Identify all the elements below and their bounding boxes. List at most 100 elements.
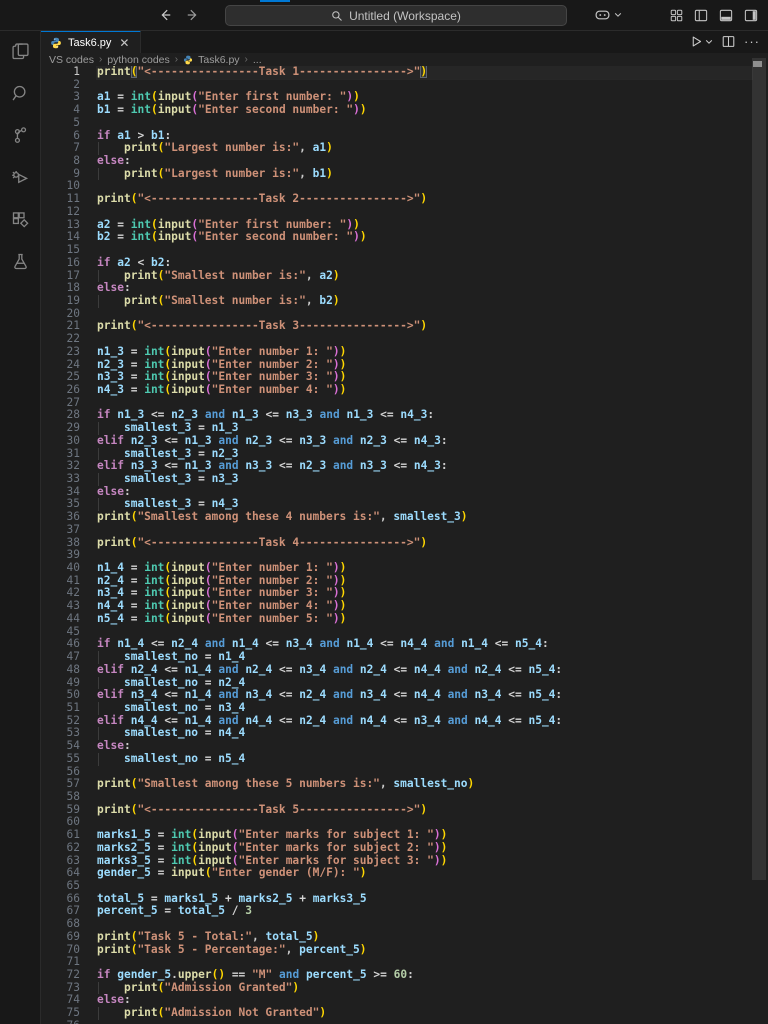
- code-line[interactable]: gender_5 = input("Enter gender (M/F): "): [97, 867, 752, 880]
- code-line[interactable]: smallest_no = n5_4: [97, 753, 752, 766]
- line-number[interactable]: 26: [40, 384, 80, 397]
- tab-bar: Task6.py ✕ ···: [40, 30, 768, 54]
- line-number[interactable]: 44: [40, 613, 80, 626]
- command-center-search[interactable]: Untitled (Workspace): [225, 5, 567, 26]
- indent-guide: [98, 168, 99, 181]
- copilot-menu[interactable]: [594, 0, 622, 30]
- line-number[interactable]: 72: [40, 969, 80, 982]
- line-number[interactable]: 76: [40, 1020, 80, 1024]
- code-line[interactable]: print("Admission Not Granted"): [97, 1007, 752, 1020]
- indent-guide: [98, 753, 99, 766]
- breadcrumb-separator: ›: [175, 54, 178, 65]
- line-number[interactable]: 33: [40, 473, 80, 486]
- customize-layout-icon[interactable]: [670, 9, 683, 22]
- copilot-icon: [594, 8, 611, 22]
- line-number[interactable]: 54: [40, 740, 80, 753]
- line-number[interactable]: 58: [40, 791, 80, 804]
- line-number[interactable]: 8: [40, 155, 80, 168]
- line-number[interactable]: 36: [40, 511, 80, 524]
- code-line[interactable]: n4_3 = int(input("Enter number 4: ")): [97, 384, 752, 397]
- code-line[interactable]: print("<----------------Task 1----------…: [97, 66, 752, 79]
- vscode-window: Untitled (Workspace): [0, 0, 768, 1024]
- code-line[interactable]: print("<----------------Task 5----------…: [97, 804, 752, 817]
- run-and-debug-icon[interactable]: [0, 156, 40, 198]
- line-number[interactable]: 61: [40, 829, 80, 842]
- line-number[interactable]: 5: [40, 117, 80, 130]
- tab-task6-py[interactable]: Task6.py ✕: [40, 30, 141, 53]
- breadcrumb: VS codes › python codes › Task6.py › ...: [40, 53, 768, 66]
- code-line[interactable]: print("Largest number is:", b1): [97, 168, 752, 181]
- code-line[interactable]: print("Largest number is:", a1): [97, 142, 752, 155]
- code-area[interactable]: print("<----------------Task 1----------…: [97, 66, 752, 1024]
- line-number[interactable]: 15: [40, 244, 80, 257]
- breadcrumb-file[interactable]: Task6.py: [198, 54, 239, 66]
- code-line[interactable]: print("Smallest number is:", b2): [97, 295, 752, 308]
- code-line[interactable]: b1 = int(input("Enter second number: ")): [97, 104, 752, 117]
- code-editor[interactable]: 1234567891011121314151617181920212223242…: [40, 66, 768, 1024]
- code-line[interactable]: print("Smallest among these 4 numbers is…: [97, 511, 752, 524]
- code-line[interactable]: print("Task 5 - Percentage:", percent_5): [97, 944, 752, 957]
- code-line[interactable]: print("<----------------Task 3----------…: [97, 320, 752, 333]
- line-number[interactable]: 23: [40, 346, 80, 359]
- breadcrumb-folder[interactable]: VS codes: [49, 54, 94, 66]
- line-number[interactable]: 19: [40, 295, 80, 308]
- line-number[interactable]: 48: [40, 664, 80, 677]
- line-number[interactable]: 47: [40, 651, 80, 664]
- tab-close-icon[interactable]: ✕: [117, 36, 131, 50]
- code-line[interactable]: [97, 1020, 752, 1024]
- line-number[interactable]: 65: [40, 880, 80, 893]
- code-line[interactable]: print("Admission Granted"): [97, 982, 752, 995]
- toggle-panel-icon[interactable]: [719, 9, 733, 22]
- line-number[interactable]: 62: [40, 842, 80, 855]
- code-line[interactable]: [97, 117, 752, 130]
- breadcrumb-subfolder[interactable]: python codes: [107, 54, 169, 66]
- split-editor-icon[interactable]: [722, 35, 735, 48]
- line-number[interactable]: 75: [40, 1007, 80, 1020]
- tab-label: Task6.py: [68, 37, 111, 49]
- line-number[interactable]: 40: [40, 562, 80, 575]
- breadcrumb-separator: ›: [99, 54, 102, 65]
- python-icon: [50, 37, 62, 49]
- code-line[interactable]: smallest_no = n4_4: [97, 727, 752, 740]
- code-line[interactable]: print("Smallest number is:", a2): [97, 270, 752, 283]
- line-number[interactable]: 51: [40, 702, 80, 715]
- vertical-scrollbar[interactable]: [752, 58, 766, 880]
- line-number[interactable]: 1: [40, 66, 80, 79]
- line-number[interactable]: 69: [40, 931, 80, 944]
- code-line[interactable]: smallest_3 = n3_3: [97, 473, 752, 486]
- extensions-icon[interactable]: [0, 198, 40, 240]
- line-number[interactable]: 29: [40, 422, 80, 435]
- code-line[interactable]: percent_5 = total_5 / 3: [97, 905, 752, 918]
- line-number[interactable]: 68: [40, 918, 80, 931]
- forward-arrow-icon[interactable]: [186, 8, 200, 22]
- search-icon: [331, 10, 343, 22]
- toggle-sidebar-right-icon[interactable]: [744, 9, 758, 22]
- toggle-sidebar-left-icon[interactable]: [694, 9, 708, 22]
- line-number[interactable]: 43: [40, 600, 80, 613]
- run-python-file-button[interactable]: [690, 35, 713, 48]
- line-number[interactable]: 11: [40, 193, 80, 206]
- line-number[interactable]: 22: [40, 333, 80, 346]
- back-arrow-icon[interactable]: [158, 8, 172, 22]
- code-line[interactable]: [97, 244, 752, 257]
- explorer-icon[interactable]: [0, 30, 40, 72]
- code-line[interactable]: print("<----------------Task 2----------…: [97, 193, 752, 206]
- run-dropdown-chevron-icon: [705, 38, 713, 46]
- code-line[interactable]: b2 = int(input("Enter second number: ")): [97, 231, 752, 244]
- indent-guide: [98, 295, 99, 308]
- code-line[interactable]: print("Smallest among these 5 numbers is…: [97, 778, 752, 791]
- source-control-icon[interactable]: [0, 114, 40, 156]
- line-number[interactable]: 55: [40, 753, 80, 766]
- search-sidebar-icon[interactable]: [0, 72, 40, 114]
- line-number[interactable]: 30: [40, 435, 80, 448]
- line-number[interactable]: 16: [40, 257, 80, 270]
- line-number[interactable]: 12: [40, 206, 80, 219]
- breadcrumb-symbol[interactable]: ...: [253, 54, 262, 66]
- overview-ruler-cursor-mark: [753, 61, 762, 67]
- testing-icon[interactable]: [0, 240, 40, 282]
- line-number[interactable]: 37: [40, 524, 80, 537]
- code-line[interactable]: n5_4 = int(input("Enter number 5: ")): [97, 613, 752, 626]
- more-actions-icon[interactable]: ···: [744, 35, 760, 48]
- code-line[interactable]: print("<----------------Task 4----------…: [97, 537, 752, 550]
- line-number[interactable]: 4: [40, 104, 80, 117]
